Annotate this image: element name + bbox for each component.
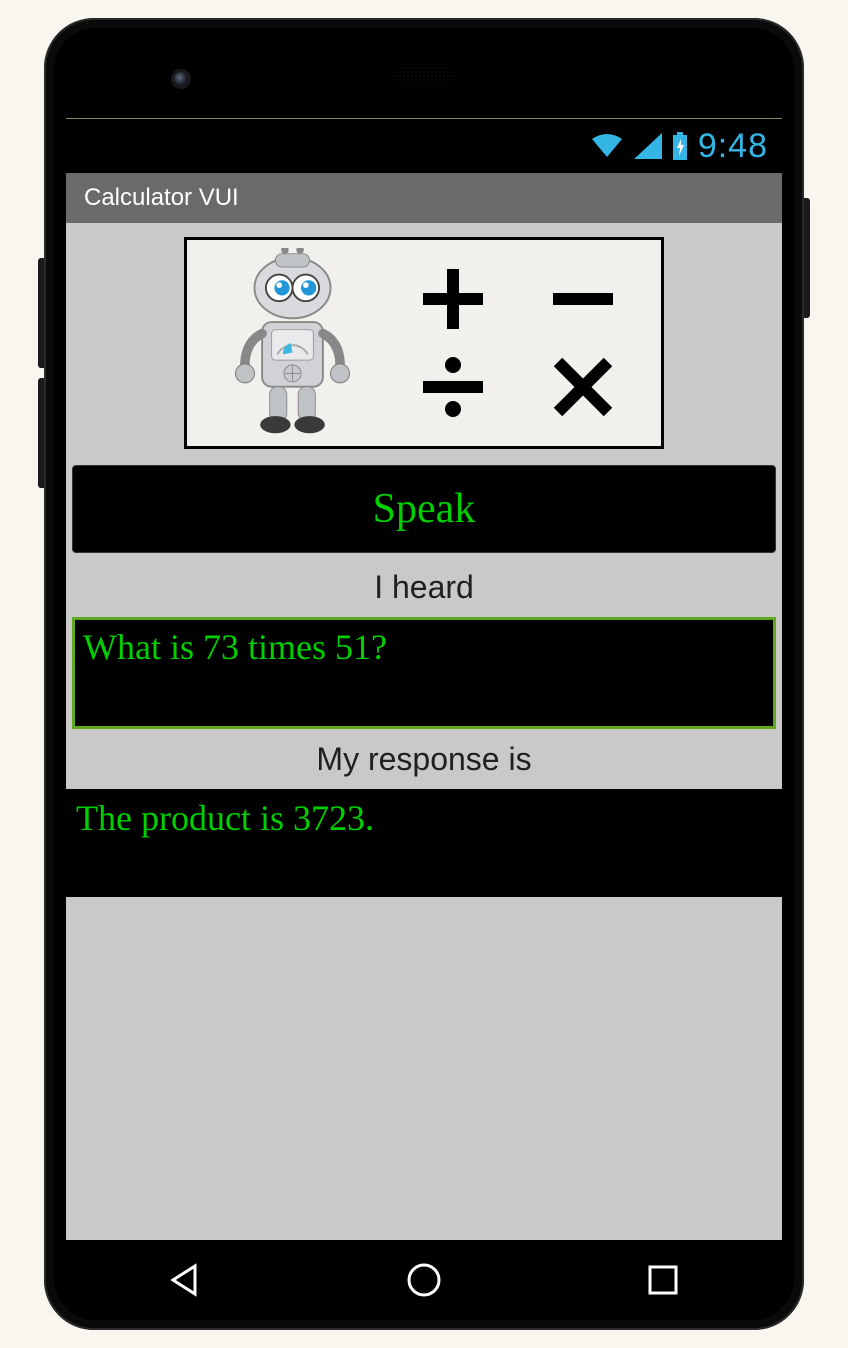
battery-icon bbox=[672, 132, 688, 160]
speak-button-label: Speak bbox=[373, 485, 476, 533]
wifi-icon bbox=[590, 133, 624, 159]
front-camera bbox=[174, 72, 188, 86]
volume-up-button[interactable] bbox=[38, 258, 44, 368]
signal-icon bbox=[634, 133, 662, 159]
home-button[interactable] bbox=[398, 1254, 450, 1306]
content-area: Speak I heard What is 73 times 51? My re… bbox=[66, 223, 782, 1240]
app-title: Calculator VUI bbox=[84, 184, 239, 212]
heard-text: What is 73 times 51? bbox=[83, 627, 387, 667]
status-bar: 9:48 bbox=[66, 119, 782, 173]
triangle-back-icon bbox=[167, 1262, 203, 1298]
response-label: My response is bbox=[66, 729, 782, 789]
robot-icon bbox=[215, 248, 370, 438]
back-button[interactable] bbox=[159, 1254, 211, 1306]
square-recents-icon bbox=[646, 1263, 680, 1297]
power-button[interactable] bbox=[804, 198, 810, 318]
multiply-icon bbox=[543, 347, 623, 427]
plus-icon bbox=[413, 259, 493, 339]
minus-icon bbox=[543, 259, 623, 339]
status-clock: 9:48 bbox=[698, 127, 768, 166]
divide-icon bbox=[413, 347, 493, 427]
heard-text-box: What is 73 times 51? bbox=[72, 617, 776, 729]
speak-button[interactable]: Speak bbox=[72, 465, 776, 553]
navigation-bar bbox=[66, 1240, 782, 1320]
operators-grid bbox=[403, 258, 633, 428]
screen: 9:48 Calculator VUI bbox=[66, 118, 782, 1240]
app-bar: Calculator VUI bbox=[66, 173, 782, 223]
response-text-box: The product is 3723. bbox=[66, 789, 782, 897]
heard-label: I heard bbox=[66, 557, 782, 617]
circle-home-icon bbox=[405, 1261, 443, 1299]
earpiece-speaker bbox=[394, 66, 454, 84]
response-text: The product is 3723. bbox=[76, 798, 374, 838]
volume-down-button[interactable] bbox=[38, 378, 44, 488]
hero-section bbox=[66, 223, 782, 459]
phone-frame: 9:48 Calculator VUI bbox=[44, 18, 804, 1330]
phone-bezel: 9:48 Calculator VUI bbox=[54, 28, 794, 1320]
recents-button[interactable] bbox=[637, 1254, 689, 1306]
hero-image bbox=[184, 237, 664, 449]
